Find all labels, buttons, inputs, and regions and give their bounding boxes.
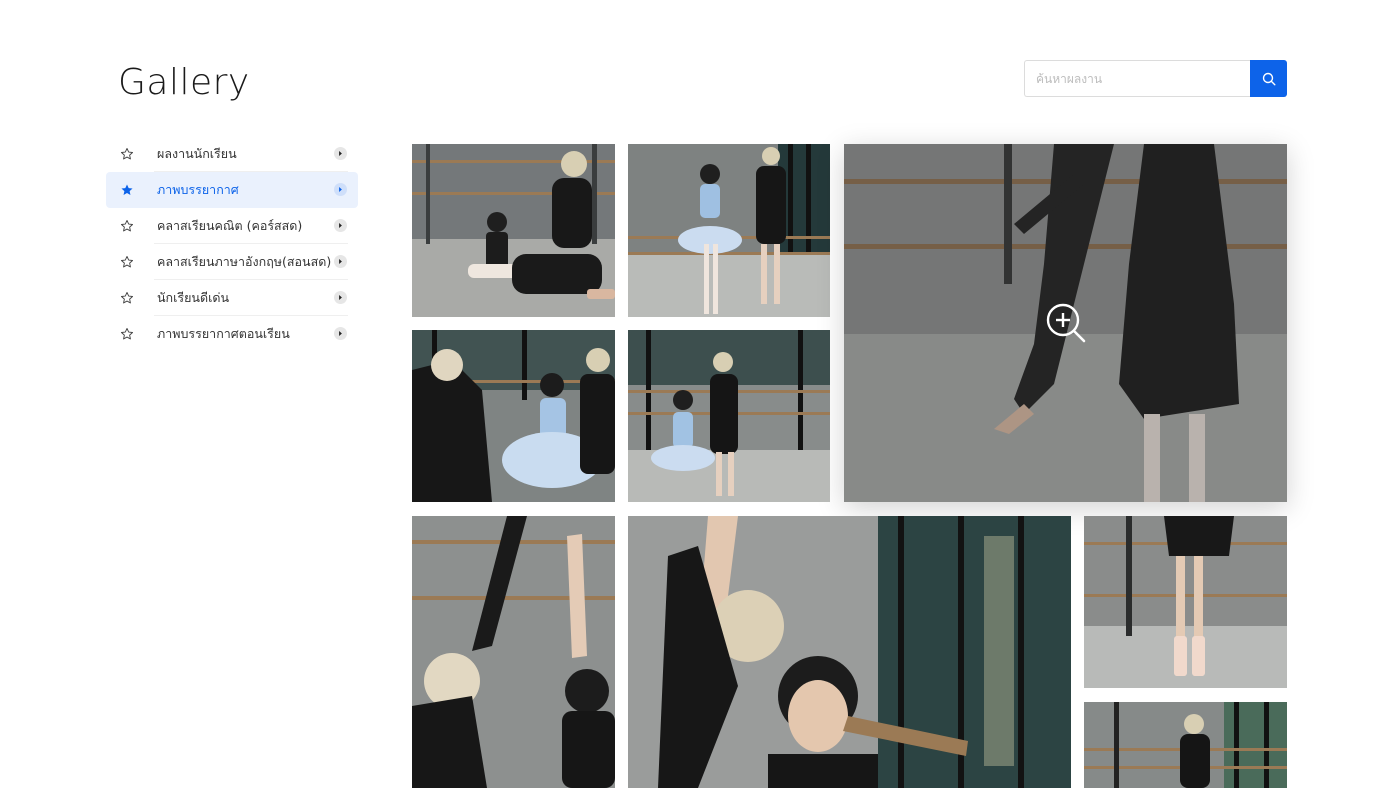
- category-sidebar: ผลงานนักเรียน ภาพบรรยากาศ คลาสเรียนคณิต …: [106, 136, 358, 352]
- ballet-class-photo: [628, 144, 830, 317]
- star-filled-icon: [120, 183, 134, 197]
- star-outline-icon: [120, 255, 134, 269]
- ballet-class-photo: [412, 330, 615, 502]
- photo-gallery: [412, 144, 1287, 788]
- sidebar-item-label: ภาพบรรยากาศตอนเรียน: [157, 326, 290, 341]
- zoom-in-icon[interactable]: [1046, 303, 1086, 343]
- sidebar-item-label: ภาพบรรยากาศ: [157, 182, 239, 197]
- ballet-class-photo: [412, 516, 615, 788]
- gallery-image[interactable]: [1084, 516, 1287, 688]
- ballet-class-photo: [628, 516, 1071, 788]
- star-outline-icon: [120, 291, 134, 305]
- sidebar-item-label: คลาสเรียนคณิต (คอร์สสด): [157, 218, 303, 233]
- gallery-image[interactable]: [1084, 702, 1287, 788]
- hover-overlay: [844, 144, 1287, 502]
- search-button[interactable]: [1250, 60, 1287, 97]
- star-outline-icon: [120, 219, 134, 233]
- sidebar-item-atmosphere[interactable]: ภาพบรรยากาศ: [106, 172, 358, 208]
- gallery-image[interactable]: [412, 516, 615, 788]
- sidebar-item-outstanding-students[interactable]: นักเรียนดีเด่น: [106, 280, 358, 316]
- gallery-image[interactable]: [628, 144, 830, 317]
- sidebar-item-english-class[interactable]: คลาสเรียนภาษาอังกฤษ(สอนสด): [106, 244, 358, 280]
- gallery-image[interactable]: [628, 516, 1071, 788]
- sidebar-item-label: ผลงานนักเรียน: [157, 146, 237, 161]
- search-icon: [1262, 72, 1276, 86]
- sidebar-item-label: คลาสเรียนภาษาอังกฤษ(สอนสด): [157, 254, 332, 269]
- sidebar-item-math-class[interactable]: คลาสเรียนคณิต (คอร์สสด): [106, 208, 358, 244]
- ballet-class-photo: [1084, 702, 1287, 788]
- search-input[interactable]: [1024, 60, 1250, 97]
- page-title: Gallery: [118, 62, 250, 103]
- star-outline-icon: [120, 327, 134, 341]
- chevron-right-icon: [334, 219, 347, 232]
- sidebar-item-class-atmosphere[interactable]: ภาพบรรยากาศตอนเรียน: [106, 316, 358, 352]
- sidebar-item-student-works[interactable]: ผลงานนักเรียน: [106, 136, 358, 172]
- ballet-class-photo: [1084, 516, 1287, 688]
- ballet-class-photo: [412, 144, 615, 317]
- star-outline-icon: [120, 147, 134, 161]
- chevron-right-icon: [334, 291, 347, 304]
- ballet-class-photo: [628, 330, 830, 502]
- chevron-right-icon: [334, 147, 347, 160]
- chevron-right-icon: [334, 183, 347, 196]
- gallery-image[interactable]: [412, 330, 615, 502]
- gallery-image-featured[interactable]: [844, 144, 1287, 502]
- gallery-image[interactable]: [628, 330, 830, 502]
- chevron-right-icon: [334, 327, 347, 340]
- search-bar: [1024, 60, 1287, 97]
- chevron-right-icon: [334, 255, 347, 268]
- sidebar-item-label: นักเรียนดีเด่น: [157, 290, 230, 305]
- gallery-image[interactable]: [412, 144, 615, 317]
